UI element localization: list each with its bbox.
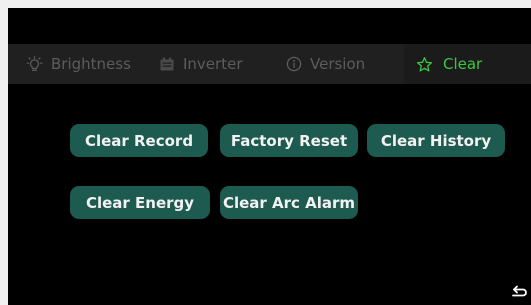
tab-bar: Brightness Inverter Version Clear [8,44,531,84]
tab-brightness[interactable]: Brightness [26,44,156,84]
tab-brightness-label: Brightness [51,55,131,73]
tab-clear[interactable]: Clear [404,44,531,84]
clear-record-button[interactable]: Clear Record [70,124,208,157]
clear-arc-alarm-button[interactable]: Clear Arc Alarm [220,186,358,219]
inverter-icon [160,57,174,71]
tab-inverter-label: Inverter [183,55,243,73]
screen: Brightness Inverter Version Clear Clear … [8,8,531,305]
back-arrow-icon[interactable] [509,279,529,299]
clear-history-button[interactable]: Clear History [367,124,505,157]
tab-version-label: Version [310,55,366,73]
tab-inverter[interactable]: Inverter [159,44,259,84]
brightness-icon [26,55,43,71]
factory-reset-button[interactable]: Factory Reset [220,124,358,157]
tab-version[interactable]: Version [286,44,396,84]
star-icon [416,56,433,72]
tab-clear-label: Clear [443,55,483,73]
clear-energy-button[interactable]: Clear Energy [70,186,210,219]
info-icon [286,56,302,72]
